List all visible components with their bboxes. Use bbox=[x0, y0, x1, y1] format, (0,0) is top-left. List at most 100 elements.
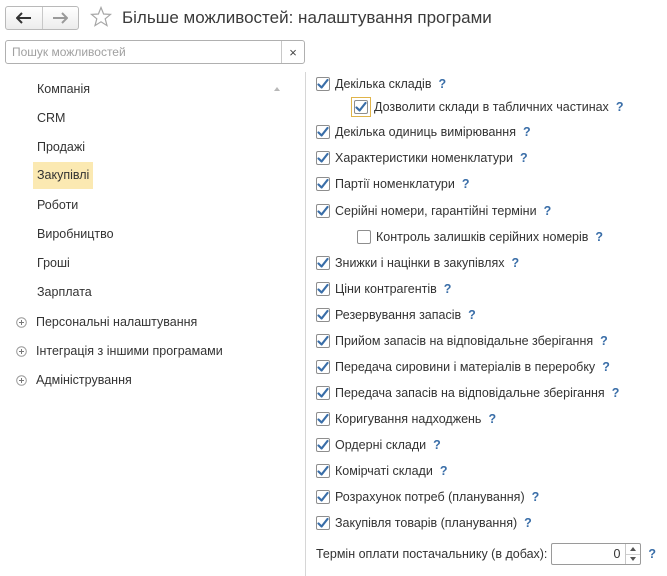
stepper-up-button[interactable] bbox=[626, 544, 640, 554]
option-row[interactable]: Ордерні склади? bbox=[316, 436, 441, 454]
sidebar-item-company[interactable]: Компанія bbox=[33, 76, 94, 103]
search-input[interactable] bbox=[6, 41, 282, 63]
help-icon[interactable]: ? bbox=[438, 77, 446, 91]
option-checkbox[interactable] bbox=[316, 516, 330, 530]
plus-icon[interactable] bbox=[16, 316, 27, 328]
option-checkbox[interactable] bbox=[316, 204, 330, 218]
option-checkbox[interactable] bbox=[316, 334, 330, 348]
panel-divider bbox=[305, 72, 306, 576]
star-icon bbox=[89, 5, 113, 27]
checkmark-icon bbox=[317, 178, 329, 189]
option-checkbox[interactable] bbox=[316, 282, 330, 296]
option-row[interactable]: Дозволити склади в табличних частинах? bbox=[351, 97, 624, 117]
payment-term-input[interactable]: 0 bbox=[551, 543, 642, 565]
option-label: Коригування надходжень bbox=[335, 412, 482, 426]
option-checkbox[interactable] bbox=[316, 308, 330, 322]
plus-icon[interactable] bbox=[16, 345, 27, 357]
sidebar-group-personal-settings[interactable]: Персональні налаштування bbox=[16, 312, 197, 332]
option-checkbox[interactable] bbox=[316, 386, 330, 400]
option-checkbox[interactable] bbox=[316, 438, 330, 452]
help-icon[interactable]: ? bbox=[468, 308, 476, 322]
help-icon[interactable]: ? bbox=[440, 464, 448, 478]
search-box: × bbox=[5, 40, 305, 64]
option-checkbox[interactable] bbox=[316, 177, 330, 191]
sidebar-item-label: Виробництво bbox=[37, 227, 114, 241]
sidebar-group-integration[interactable]: Інтеграція з іншими програмами bbox=[16, 341, 223, 361]
help-icon[interactable]: ? bbox=[444, 282, 452, 296]
option-checkbox[interactable] bbox=[316, 464, 330, 478]
checkmark-icon bbox=[317, 439, 329, 450]
scroll-up-button[interactable] bbox=[272, 83, 282, 93]
help-icon[interactable]: ? bbox=[462, 177, 470, 191]
help-icon[interactable]: ? bbox=[600, 334, 608, 348]
favorite-button[interactable] bbox=[89, 5, 113, 28]
sidebar-item-crm[interactable]: CRM bbox=[33, 105, 69, 132]
help-icon[interactable]: ? bbox=[511, 256, 519, 270]
option-checkbox[interactable] bbox=[316, 490, 330, 504]
help-icon[interactable]: ? bbox=[488, 412, 496, 426]
forward-button[interactable] bbox=[41, 7, 79, 29]
option-row[interactable]: Характеристики номенклатури? bbox=[316, 149, 528, 167]
option-label: Прийом запасів на відповідальне зберіган… bbox=[335, 334, 594, 348]
clear-search-button[interactable]: × bbox=[281, 41, 304, 63]
option-row[interactable]: Передача запасів на відповідальне зберіг… bbox=[316, 384, 619, 402]
option-row[interactable]: Передача сировини і матеріалів в перероб… bbox=[316, 358, 610, 376]
help-icon[interactable]: ? bbox=[544, 204, 552, 218]
focus-frame bbox=[351, 97, 371, 117]
option-row[interactable]: Партії номенклатури? bbox=[316, 175, 470, 193]
help-icon[interactable]: ? bbox=[602, 360, 610, 374]
help-icon[interactable]: ? bbox=[532, 490, 540, 504]
stepper-down-button[interactable] bbox=[626, 553, 641, 565]
help-icon[interactable]: ? bbox=[616, 100, 624, 114]
back-button[interactable] bbox=[6, 7, 42, 29]
sidebar-item-production[interactable]: Виробництво bbox=[33, 221, 118, 248]
checkmark-icon bbox=[355, 101, 367, 112]
option-checkbox[interactable] bbox=[316, 360, 330, 374]
plus-icon[interactable] bbox=[16, 374, 27, 386]
option-row[interactable]: Коригування надходжень? bbox=[316, 410, 496, 428]
option-row[interactable]: Серійні номери, гарантійні терміни? bbox=[316, 202, 551, 220]
option-label: Ціни контрагентів bbox=[335, 282, 437, 296]
help-icon[interactable]: ? bbox=[520, 151, 528, 165]
sidebar-group-administration[interactable]: Адміністрування bbox=[16, 370, 132, 390]
option-label: Передача запасів на відповідальне зберіг… bbox=[335, 386, 605, 400]
help-icon[interactable]: ? bbox=[433, 438, 441, 452]
sidebar-item-money[interactable]: Гроші bbox=[33, 250, 74, 277]
option-checkbox[interactable] bbox=[354, 100, 368, 114]
option-row[interactable]: Розрахунок потреб (планування)? bbox=[316, 488, 539, 506]
sidebar-item-label: CRM bbox=[37, 111, 66, 125]
sidebar-item-purchases[interactable]: Закупівлі bbox=[33, 162, 94, 189]
option-row[interactable]: Ціни контрагентів? bbox=[316, 280, 451, 298]
option-checkbox[interactable] bbox=[316, 77, 330, 91]
sidebar-item-sales[interactable]: Продажі bbox=[33, 134, 89, 161]
help-icon[interactable]: ? bbox=[612, 386, 620, 400]
option-label: Розрахунок потреб (планування) bbox=[335, 490, 525, 504]
sidebar-item-works[interactable]: Роботи bbox=[33, 192, 82, 219]
option-label: Дозволити склади в табличних частинах bbox=[374, 100, 609, 114]
option-row[interactable]: Контроль залишків серійних номерів? bbox=[357, 228, 603, 246]
option-row[interactable]: Резервування запасів? bbox=[316, 306, 476, 324]
help-icon[interactable]: ? bbox=[524, 516, 532, 530]
quantity-stepper[interactable] bbox=[625, 544, 641, 565]
option-label: Характеристики номенклатури bbox=[335, 151, 513, 165]
option-row[interactable]: Декілька одиниць вимірювання? bbox=[316, 123, 531, 141]
help-icon[interactable]: ? bbox=[648, 547, 656, 561]
option-row[interactable]: Комірчаті склади? bbox=[316, 462, 447, 480]
option-row[interactable]: Закупівля товарів (планування)? bbox=[316, 514, 532, 532]
option-row[interactable]: Прийом запасів на відповідальне зберіган… bbox=[316, 332, 608, 350]
sidebar-item-salary[interactable]: Зарплата bbox=[33, 279, 96, 306]
option-row[interactable]: Знижки і націнки в закупівлях? bbox=[316, 254, 519, 272]
option-checkbox[interactable] bbox=[316, 125, 330, 139]
payment-term-label: Термін оплати постачальнику (в добах): bbox=[316, 547, 548, 561]
option-label: Знижки і націнки в закупівлях bbox=[335, 256, 505, 270]
option-checkbox[interactable] bbox=[316, 412, 330, 426]
option-row[interactable]: Декілька складів? bbox=[316, 75, 446, 93]
option-checkbox[interactable] bbox=[316, 151, 330, 165]
help-icon[interactable]: ? bbox=[595, 230, 603, 244]
option-checkbox[interactable] bbox=[357, 230, 371, 244]
option-checkbox[interactable] bbox=[316, 256, 330, 270]
option-label: Декілька одиниць вимірювання bbox=[335, 125, 516, 139]
sidebar-item-label: Зарплата bbox=[37, 285, 92, 299]
checkmark-icon bbox=[317, 335, 329, 346]
help-icon[interactable]: ? bbox=[523, 125, 531, 139]
